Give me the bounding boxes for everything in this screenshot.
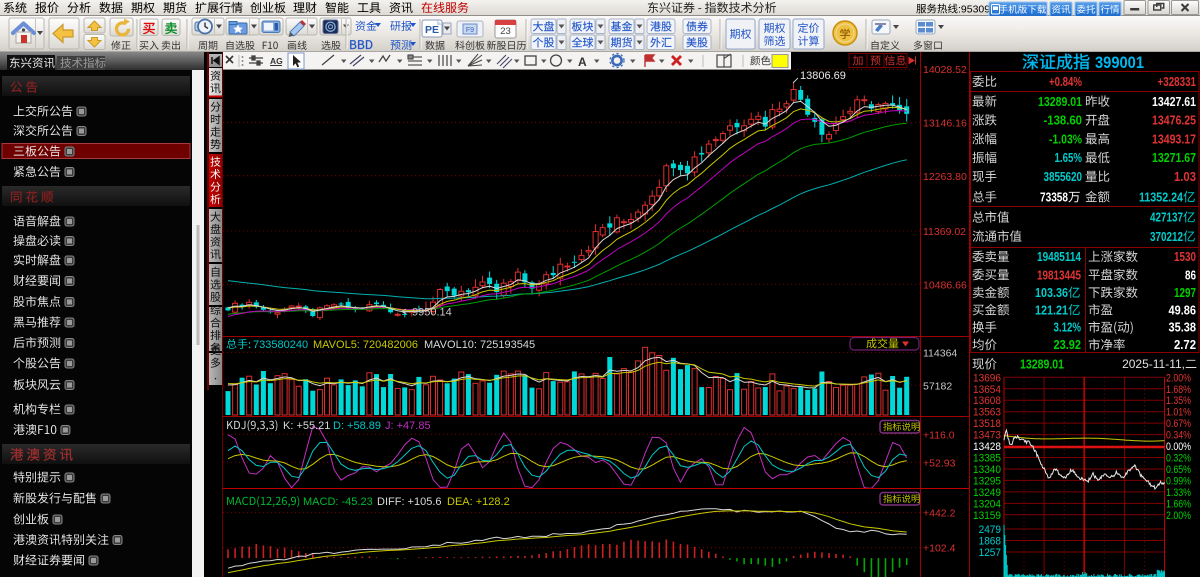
svg-text:13654: 13654 [973, 384, 1001, 396]
svg-text:DIFF: +105.6: DIFF: +105.6 [377, 496, 442, 508]
svg-text:+52.93: +52.93 [923, 457, 956, 469]
svg-text:13271.67: 13271.67 [1152, 151, 1196, 165]
svg-text:13427.61: 13427.61 [1152, 95, 1196, 109]
svg-text:A: A [578, 55, 587, 69]
svg-text:13473: 13473 [973, 430, 1001, 442]
svg-text:2.00%: 2.00% [1166, 372, 1191, 384]
svg-text:13159: 13159 [973, 510, 1001, 522]
svg-text:49.86: 49.86 [1169, 303, 1197, 317]
svg-text:1868: 1868 [979, 536, 1001, 548]
svg-text:1297: 1297 [1174, 286, 1196, 300]
svg-text:13204: 13204 [973, 498, 1001, 510]
svg-text:D: +58.89: D: +58.89 [333, 420, 381, 432]
svg-text:0.00%: 0.00% [1166, 441, 1191, 453]
svg-text:13146.16: 13146.16 [923, 117, 967, 129]
svg-text:0.67%: 0.67% [1166, 418, 1191, 430]
svg-text:AG: AG [270, 56, 283, 66]
svg-text:13563: 13563 [973, 407, 1001, 419]
svg-text:+116.0: +116.0 [923, 429, 955, 441]
svg-text:11369.02: 11369.02 [923, 226, 966, 238]
svg-text:MAVOL5: 720482006: MAVOL5: 720482006 [313, 339, 418, 351]
svg-text:23: 23 [500, 26, 511, 37]
svg-text:2.00%: 2.00% [1166, 510, 1191, 522]
svg-text:0.65%: 0.65% [1166, 464, 1191, 476]
svg-text:13340: 13340 [973, 464, 1001, 476]
svg-text:+442.2: +442.2 [923, 508, 956, 520]
svg-text:3855620: 3855620 [1044, 170, 1083, 184]
svg-text:57182: 57182 [923, 380, 952, 392]
svg-text:399001: 399001 [1095, 53, 1144, 72]
svg-text:13806.69: 13806.69 [800, 70, 846, 82]
svg-text:0.32%: 0.32% [1166, 453, 1191, 465]
svg-text:DEA: +128.2: DEA: +128.2 [447, 496, 510, 508]
svg-text:PE: PE [425, 24, 439, 36]
svg-text:3.12%: 3.12% [1054, 321, 1082, 335]
svg-text:10486.66: 10486.66 [923, 279, 967, 291]
svg-text:+0.84%: +0.84% [1049, 75, 1082, 89]
svg-text:1.68%: 1.68% [1166, 384, 1191, 396]
svg-text:-138.60: -138.60 [1044, 114, 1083, 128]
svg-text:J: +47.85: J: +47.85 [385, 420, 431, 432]
svg-text:1.03: 1.03 [1174, 170, 1196, 184]
svg-text:14028.52: 14028.52 [923, 64, 967, 76]
svg-text:+102.4: +102.4 [923, 543, 956, 555]
svg-text:13696: 13696 [973, 372, 1001, 384]
svg-text:1.66%: 1.66% [1166, 498, 1191, 510]
svg-text:12263.80: 12263.80 [923, 171, 967, 183]
svg-text:13295: 13295 [973, 475, 1001, 487]
svg-text:1.01%: 1.01% [1166, 407, 1191, 419]
svg-text:13518: 13518 [973, 418, 1001, 430]
svg-text:0.34%: 0.34% [1166, 430, 1191, 442]
svg-text:733580240: 733580240 [253, 339, 308, 351]
svg-text:11352.24: 11352.24 [1139, 190, 1183, 204]
svg-text:86: 86 [1185, 268, 1196, 282]
svg-text:2479: 2479 [979, 524, 1001, 536]
svg-text:35.38: 35.38 [1169, 321, 1197, 335]
svg-text:370212: 370212 [1150, 230, 1183, 244]
svg-text:19813445: 19813445 [1037, 268, 1081, 282]
svg-text:1.33%: 1.33% [1166, 487, 1191, 499]
svg-text:1.65%: 1.65% [1055, 151, 1083, 165]
svg-text:13476.25: 13476.25 [1152, 114, 1196, 128]
svg-text:9950.14: 9950.14 [412, 307, 452, 319]
svg-text:19485114: 19485114 [1037, 250, 1081, 264]
svg-text:13428: 13428 [973, 441, 1001, 453]
svg-text:2.72: 2.72 [1174, 338, 1196, 352]
svg-text:103.36: 103.36 [1035, 286, 1068, 300]
svg-text:F9: F9 [466, 27, 474, 34]
svg-text:K: +55.21: K: +55.21 [283, 420, 330, 432]
svg-text:2025-11-11,: 2025-11-11, [1122, 357, 1185, 371]
svg-text:121.21: 121.21 [1035, 303, 1068, 317]
svg-text:13385: 13385 [973, 453, 1001, 465]
svg-text:73358: 73358 [1040, 190, 1068, 204]
svg-text::95309: :95309 [958, 4, 990, 16]
svg-text:1530: 1530 [1174, 250, 1196, 264]
svg-text:13289.01: 13289.01 [1038, 95, 1082, 109]
svg-text:114364: 114364 [923, 347, 957, 359]
svg-text:13249: 13249 [973, 487, 1001, 499]
svg-text:+328331: +328331 [1158, 75, 1197, 89]
svg-text:-1.03%: -1.03% [1049, 132, 1082, 146]
svg-text:MACD: -45.23: MACD: -45.23 [303, 496, 373, 508]
svg-text:13493.17: 13493.17 [1152, 132, 1196, 146]
svg-text:427137: 427137 [1150, 211, 1183, 225]
svg-text:1257: 1257 [979, 547, 1001, 559]
svg-text:23.92: 23.92 [1054, 338, 1082, 352]
svg-text:13289.01: 13289.01 [1020, 358, 1064, 372]
svg-text:MAVOL10: 725193545: MAVOL10: 725193545 [424, 339, 535, 351]
svg-text:0.99%: 0.99% [1166, 475, 1191, 487]
svg-text:13608: 13608 [973, 395, 1001, 407]
svg-text:1.35%: 1.35% [1166, 395, 1191, 407]
